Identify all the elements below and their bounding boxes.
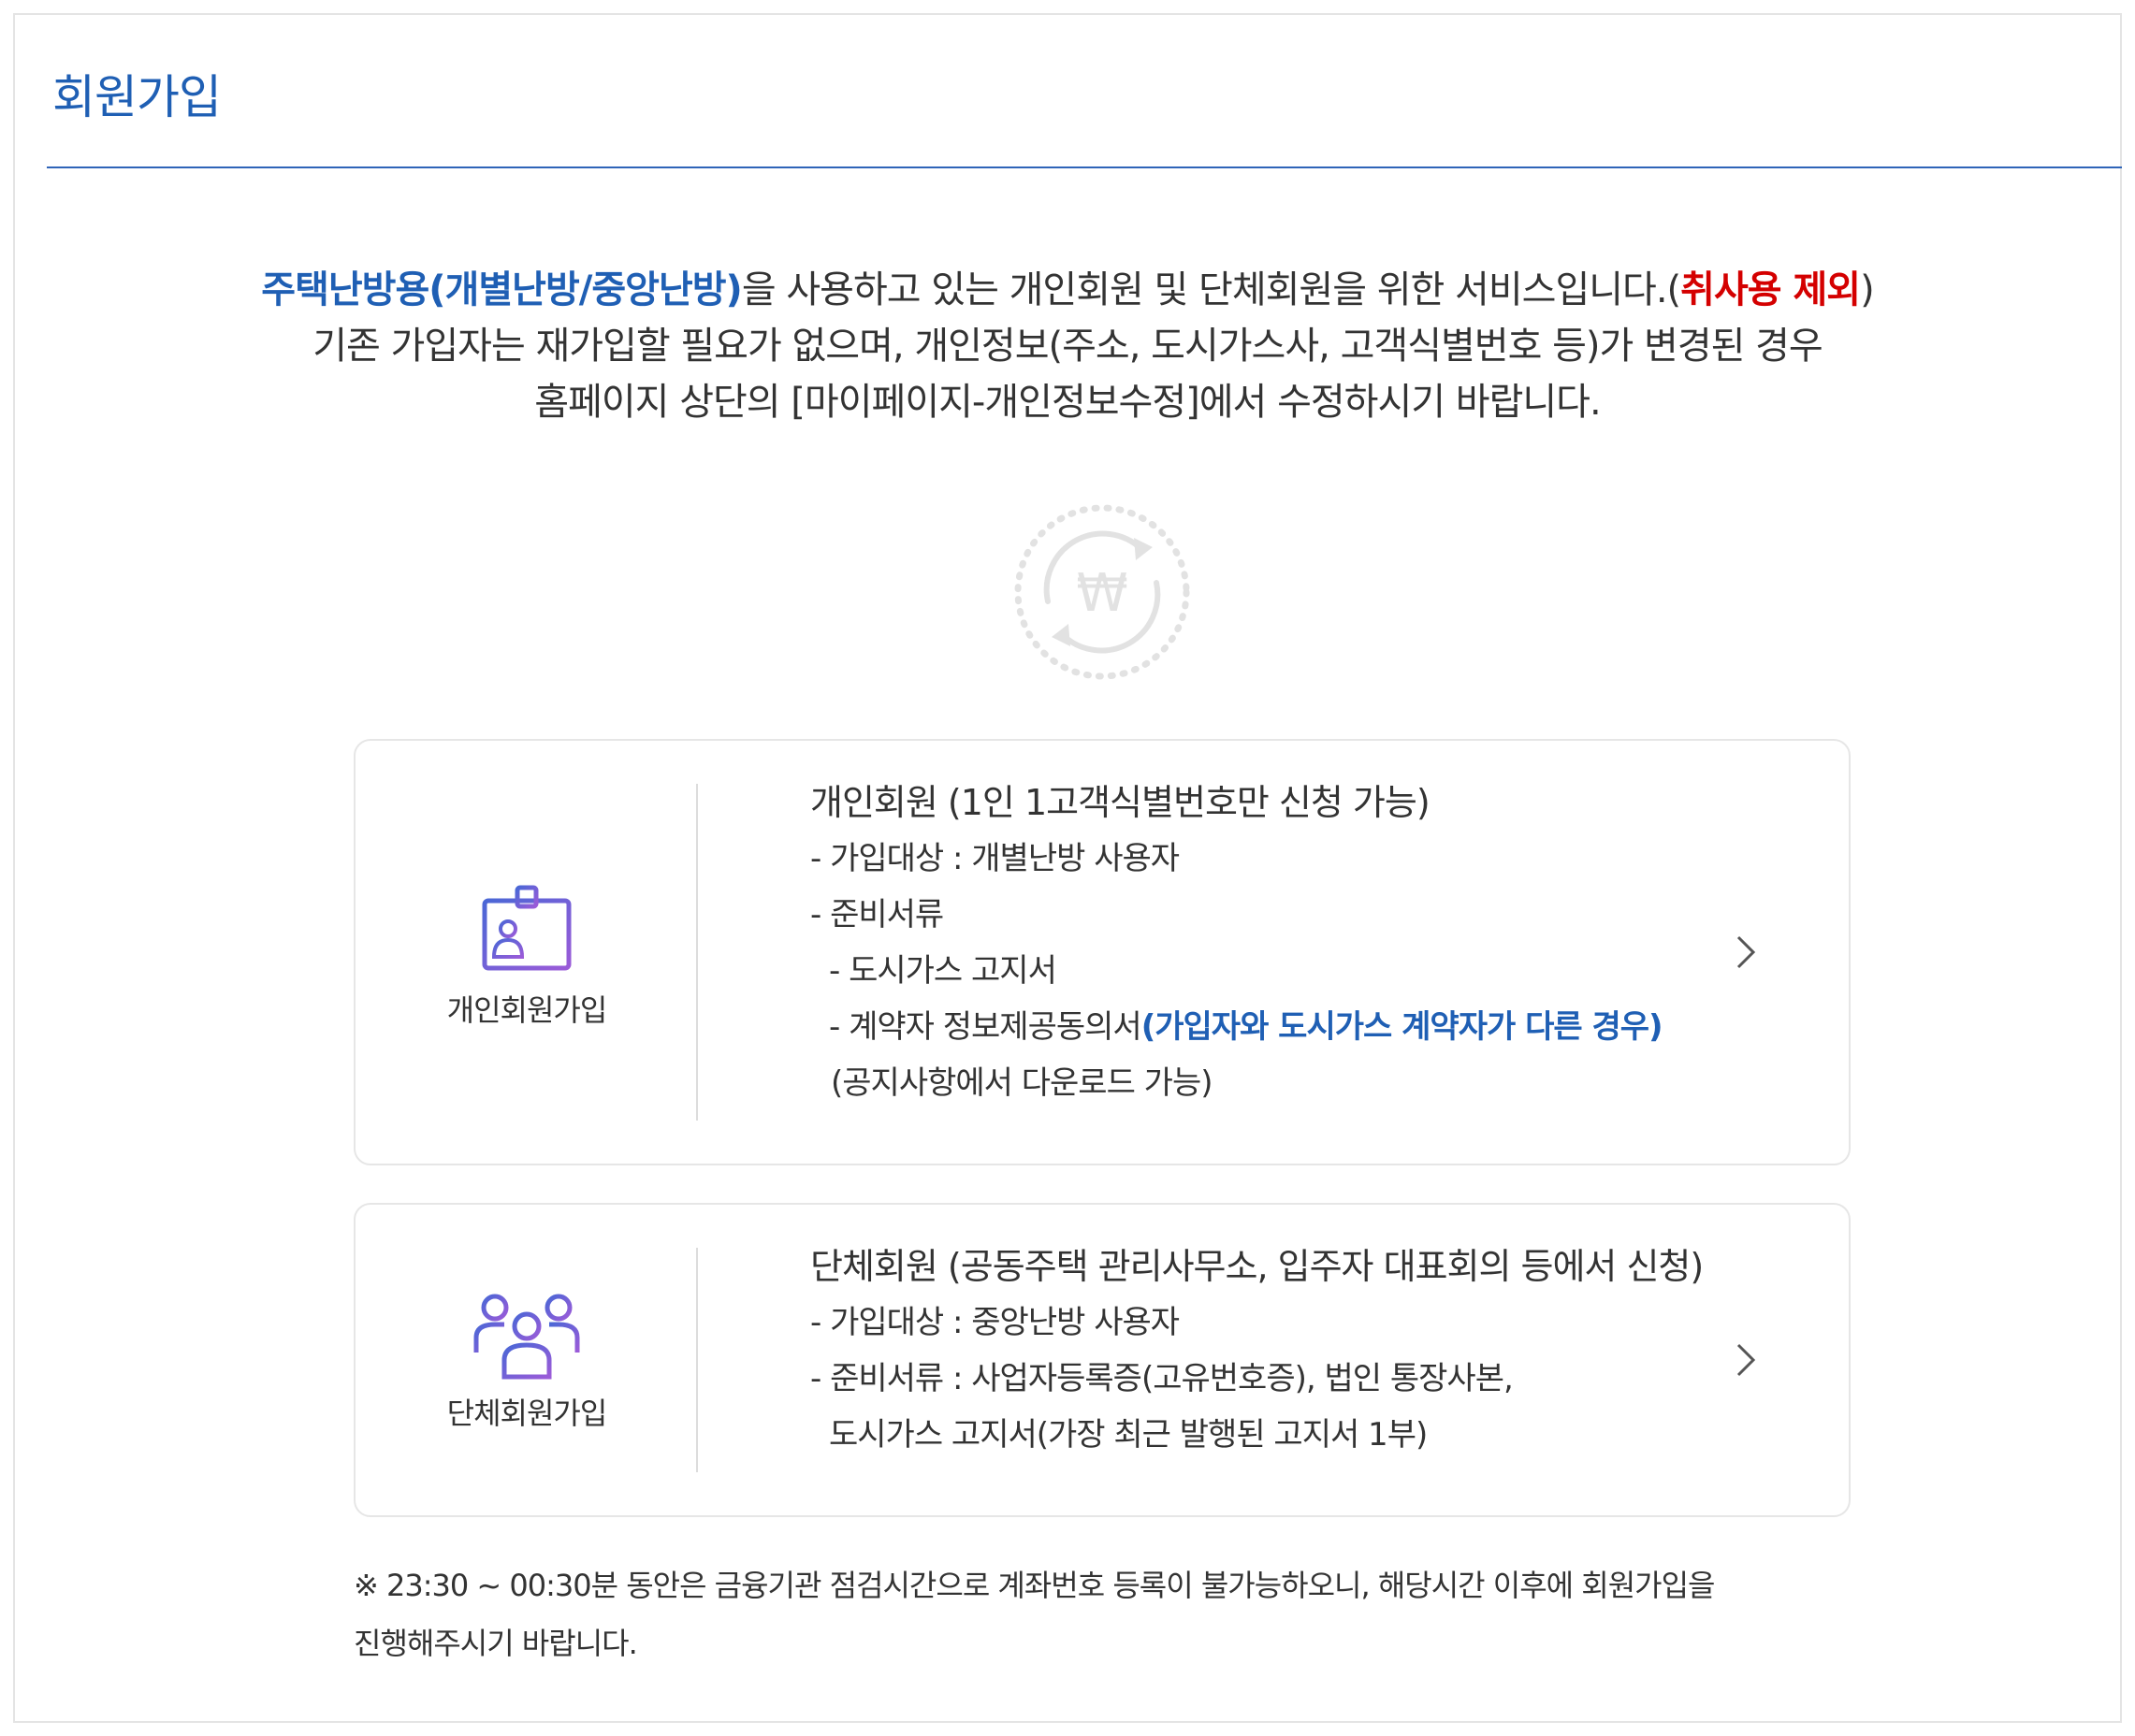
individual-heading: 개인회원 (1인 1고객식별번호만 신청 가능) — [810, 782, 1431, 823]
group-target: - 가입대상 : 중앙난방 사용자 — [810, 1304, 1180, 1341]
individual-doc-2-condition: (가입자와 도시가스 계약자가 다른 경우) — [1140, 1008, 1663, 1046]
chevron-right-icon[interactable] — [1727, 933, 1765, 971]
group-signup-card[interactable]: 단체회원가입 단체회원 (공동주택 관리사무소, 입주자 대표회의 등에서 신청… — [354, 1203, 1851, 1517]
individual-docs-title: - 준비서류 — [810, 896, 944, 933]
page-title: 회원가입 — [52, 70, 222, 124]
won-glyph: ₩ — [1076, 563, 1127, 624]
group-docs: - 준비서류 : 사업자등록증(고유번호증), 법인 통장사본, — [810, 1360, 1514, 1397]
card-divider — [696, 784, 698, 1121]
group-signup-details: 단체회원 (공동주택 관리사무소, 입주자 대표회의 등에서 신청) - 가입대… — [810, 1238, 1704, 1463]
intro-exclusion: 취사용 제외 — [1680, 268, 1861, 311]
intro-line-2: 기존 가입자는 재가입할 필요가 없으며, 개인정보(주소, 도시가스사, 고객… — [312, 325, 1823, 368]
individual-signup-details: 개인회원 (1인 1고객식별번호만 신청 가능) - 가입대상 : 개별난방 사… — [810, 774, 1663, 1111]
individual-signup-button[interactable]: 개인회원가입 — [356, 741, 698, 1164]
card-divider — [696, 1248, 698, 1472]
individual-signup-label: 개인회원가입 — [446, 992, 608, 1028]
intro-line-1: 주택난방용(개별난방/중앙난방)을 사용하고 있는 개인회원 및 단체회원을 위… — [261, 268, 1874, 311]
group-heading: 단체회원 (공동주택 관리사무소, 입주자 대표회의 등에서 신청) — [810, 1246, 1704, 1287]
individual-signup-card[interactable]: 개인회원가입 개인회원 (1인 1고객식별번호만 신청 가능) - 가입대상 :… — [354, 739, 1851, 1165]
intro-line-3: 홈페이지 상단의 [마이페이지-개인정보수정]에서 수정하시기 바랍니다. — [534, 381, 1601, 424]
individual-doc-2: - 계약자 정보제공동의서(가입자와 도시가스 계약자가 다른 경우) — [829, 1008, 1663, 1046]
individual-target: - 가입대상 : 개별난방 사용자 — [810, 840, 1180, 877]
group-signup-button[interactable]: 단체회원가입 — [356, 1205, 698, 1515]
group-signup-label: 단체회원가입 — [446, 1396, 608, 1431]
chevron-right-icon[interactable] — [1727, 1341, 1765, 1379]
maintenance-notice: ※ 23:30 ~ 00:30분 동안은 금융기관 점검시간으로 계좌번호 등록… — [354, 1556, 1888, 1672]
intro-text: 주택난방용(개별난방/중앙난방)을 사용하고 있는 개인회원 및 단체회원을 위… — [0, 262, 2135, 430]
intro-heating-type: 주택난방용(개별난방/중앙난방) — [261, 268, 743, 311]
group-docs-continued: 도시가스 고지서(가장 최근 발행된 고지서 1부) — [829, 1416, 1428, 1454]
won-cycle-icon: ₩ — [1014, 504, 1190, 680]
individual-doc-2-note: (공지사항에서 다운로드 가능) — [831, 1064, 1213, 1102]
id-badge-icon — [482, 878, 572, 971]
group-users-icon — [473, 1294, 580, 1380]
individual-doc-1: - 도시가스 고지서 — [829, 952, 1057, 990]
title-divider — [47, 166, 2122, 168]
notice-line-2: 진행해주시기 바랍니다. — [354, 1626, 638, 1661]
notice-line-1: ※ 23:30 ~ 00:30분 동안은 금융기관 점검시간으로 계좌번호 등록… — [354, 1568, 1715, 1603]
